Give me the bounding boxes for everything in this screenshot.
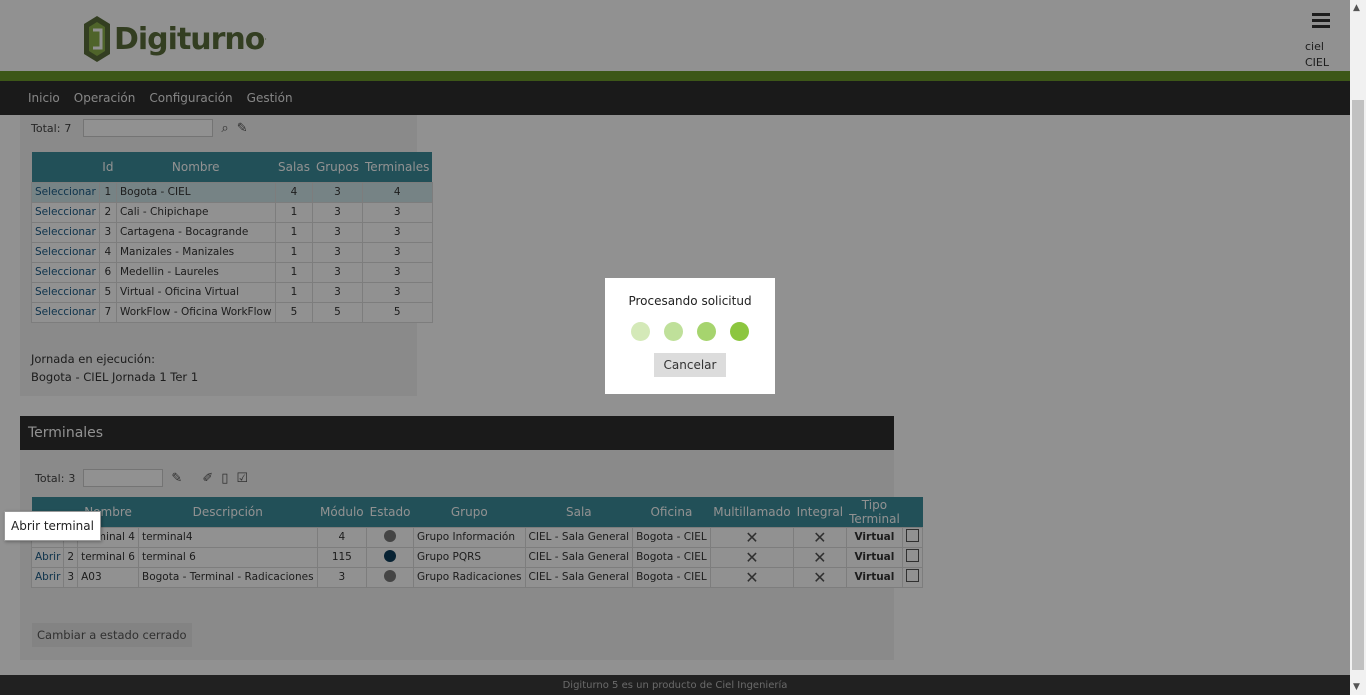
scrollbar-thumb[interactable] <box>1352 100 1364 670</box>
spinner-dot <box>730 322 749 341</box>
scroll-down-icon[interactable]: ▼ <box>1353 682 1360 692</box>
processing-dialog: Procesando solicitud Cancelar <box>605 278 775 394</box>
spinner-dot <box>664 322 683 341</box>
scroll-up-icon[interactable]: ▲ <box>1353 3 1360 13</box>
cancel-button[interactable]: Cancelar <box>653 353 727 377</box>
loading-spinner <box>605 322 775 341</box>
processing-dialog-title: Procesando solicitud <box>628 294 752 308</box>
spinner-dot <box>697 322 716 341</box>
page-scrollbar[interactable]: ▲ ▼ <box>1350 0 1366 695</box>
abrir-terminal-tooltip: Abrir terminal <box>4 511 101 541</box>
spinner-dot <box>631 322 650 341</box>
